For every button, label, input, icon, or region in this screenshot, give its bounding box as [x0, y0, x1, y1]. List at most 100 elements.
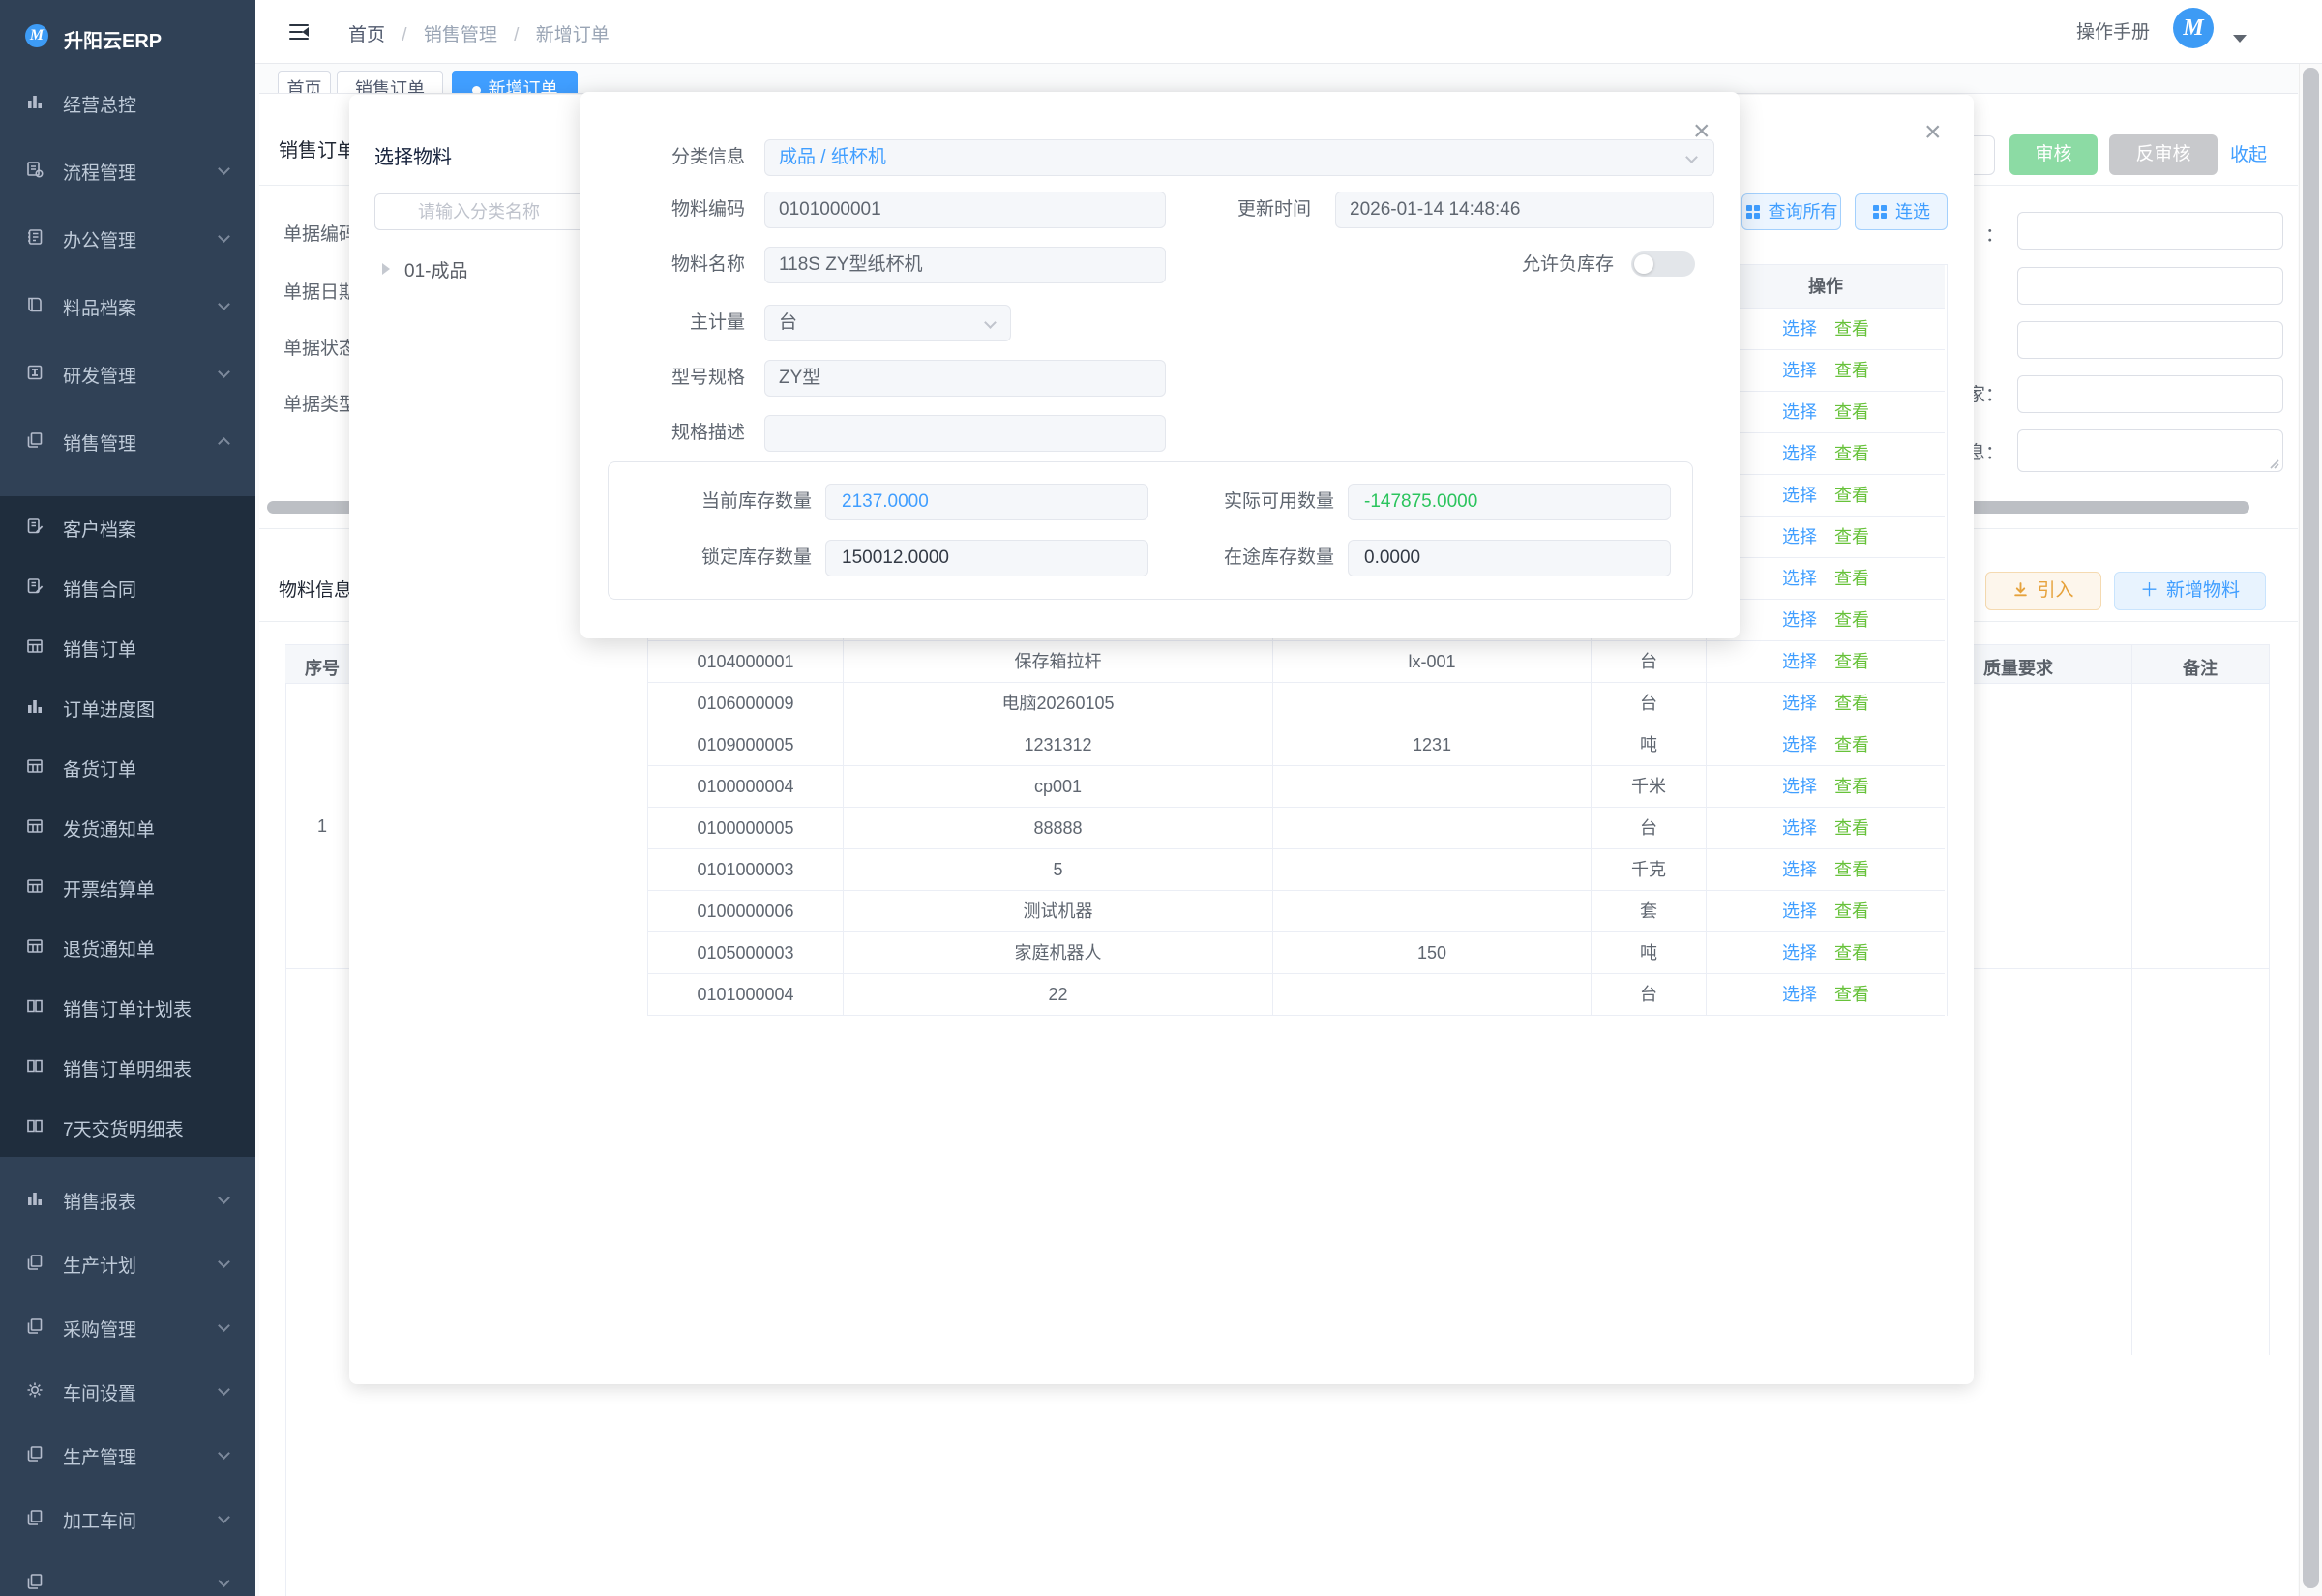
customer-field-1[interactable] — [2017, 212, 2283, 250]
view-link[interactable]: 查看 — [1834, 361, 1869, 380]
sidebar-item-销售订单[interactable]: 销售订单 — [0, 625, 255, 667]
app-logo-icon: M — [25, 24, 48, 47]
select-link[interactable]: 选择 — [1782, 901, 1817, 921]
sidebar-item-7天交货明细表[interactable]: 7天交货明细表 — [0, 1105, 255, 1147]
view-link[interactable]: 查看 — [1834, 943, 1869, 962]
allow-negative-stock-toggle[interactable] — [1631, 251, 1695, 277]
select-link[interactable]: 选择 — [1782, 652, 1817, 671]
customer-field-3[interactable] — [2017, 321, 2283, 359]
sidebar-item-销售订单计划表[interactable]: 销售订单计划表 — [0, 985, 255, 1027]
sidebar-item-生产计划[interactable]: 生产计划 — [0, 1241, 255, 1284]
breadcrumb-sales[interactable]: 销售管理 — [424, 25, 497, 45]
resize-grip-icon[interactable] — [2268, 457, 2279, 468]
model-input[interactable]: ZY型 — [764, 360, 1166, 397]
select-link[interactable]: 选择 — [1782, 361, 1817, 380]
pages-icon — [25, 1572, 45, 1591]
main-unit-select[interactable]: 台 — [764, 305, 1011, 341]
select-link[interactable]: 选择 — [1782, 943, 1817, 962]
customer-field-2[interactable] — [2017, 267, 2283, 305]
current-stock-label: 当前库存数量 — [628, 484, 812, 520]
view-link[interactable]: 查看 — [1834, 735, 1869, 754]
select-link[interactable]: 选择 — [1782, 402, 1817, 422]
select-link[interactable]: 选择 — [1782, 735, 1817, 754]
view-link[interactable]: 查看 — [1834, 818, 1869, 838]
material-unit-cell: 千米 — [1592, 766, 1707, 808]
vertical-scrollbar-thumb[interactable] — [2303, 68, 2319, 1588]
query-all-button[interactable]: 查询所有 — [1742, 193, 1841, 230]
modal-close-icon[interactable]: × — [1924, 118, 1942, 147]
select-link[interactable]: 选择 — [1782, 985, 1817, 1004]
customer-field-4[interactable] — [2017, 375, 2283, 413]
sidebar-item-销售报表[interactable]: 销售报表 — [0, 1177, 255, 1220]
sidebar-item-车间设置[interactable]: 车间设置 — [0, 1369, 255, 1411]
material-code-input[interactable]: 0101000001 — [764, 192, 1166, 228]
sidebar-item-生产管理[interactable]: 生产管理 — [0, 1433, 255, 1475]
view-link[interactable]: 查看 — [1834, 569, 1869, 588]
collapse-link[interactable]: 收起 — [2230, 140, 2267, 166]
view-link[interactable]: 查看 — [1834, 402, 1869, 422]
select-link[interactable]: 选择 — [1782, 569, 1817, 588]
view-link[interactable]: 查看 — [1834, 527, 1869, 547]
material-actions-cell: 选择查看 — [1707, 974, 1945, 1016]
sidebar-item-料品档案[interactable]: 料品档案 — [0, 283, 255, 326]
unaudit-button[interactable]: 反审核 — [2109, 134, 2218, 175]
sidebar-item-订单进度图[interactable]: 订单进度图 — [0, 685, 255, 727]
view-link[interactable]: 查看 — [1834, 610, 1869, 630]
view-link[interactable]: 查看 — [1834, 319, 1869, 339]
sidebar-item-label: 开票结算单 — [63, 875, 155, 901]
multi-select-button[interactable]: 连选 — [1855, 193, 1948, 230]
select-link[interactable]: 选择 — [1782, 818, 1817, 838]
sidebar-item-办公管理[interactable]: 办公管理 — [0, 216, 255, 258]
sidebar-item-客户档案[interactable]: 客户档案 — [0, 505, 255, 547]
select-link[interactable]: 选择 — [1782, 777, 1817, 796]
select-link[interactable]: 选择 — [1782, 610, 1817, 630]
view-link[interactable]: 查看 — [1834, 985, 1869, 1004]
select-link[interactable]: 选择 — [1782, 444, 1817, 463]
sidebar-item-加工车间[interactable]: 加工车间 — [0, 1496, 255, 1539]
updated-time-input[interactable]: 2026-01-14 14:48:46 — [1335, 192, 1714, 228]
sidebar-item-销售订单明细表[interactable]: 销售订单明细表 — [0, 1045, 255, 1087]
sidebar-item-退货通知单[interactable]: 退货通知单 — [0, 925, 255, 967]
table-row: 0100000004cp001千米选择查看 — [648, 766, 1947, 808]
sidebar-item-销售合同[interactable]: 销售合同 — [0, 565, 255, 607]
pages-icon — [25, 430, 45, 450]
sidebar-item-流程管理[interactable]: 流程管理 — [0, 148, 255, 191]
audit-button[interactable]: 审核 — [2009, 134, 2098, 175]
remark-textarea[interactable] — [2017, 429, 2283, 472]
view-link[interactable]: 查看 — [1834, 486, 1869, 505]
view-link[interactable]: 查看 — [1834, 652, 1869, 671]
import-button[interactable]: 引入 — [1985, 572, 2101, 610]
manual-link[interactable]: 操作手册 — [2076, 17, 2150, 44]
avatar-caret-icon[interactable] — [2233, 35, 2247, 43]
add-material-button[interactable]: ＋新增物料 — [2114, 572, 2266, 610]
select-link[interactable]: 选择 — [1782, 694, 1817, 713]
view-link[interactable]: 查看 — [1834, 901, 1869, 921]
material-col-actions: 操作 — [1707, 265, 1945, 309]
sidebar-item-开票结算单[interactable]: 开票结算单 — [0, 865, 255, 907]
material-name-input[interactable]: 118S ZY型纸杯机 — [764, 247, 1166, 283]
menu-collapse-icon[interactable] — [288, 21, 310, 43]
spec-desc-input[interactable] — [764, 415, 1166, 452]
sidebar-item-经营总控[interactable]: 经营总控 — [0, 80, 255, 123]
category-select[interactable]: 成品 / 纸杯机 — [764, 139, 1714, 176]
chevron-down-icon — [218, 1383, 230, 1396]
select-link[interactable]: 选择 — [1782, 319, 1817, 339]
select-link[interactable]: 选择 — [1782, 527, 1817, 547]
sidebar-item-研发管理[interactable]: 研发管理 — [0, 351, 255, 394]
breadcrumb-home[interactable]: 首页 — [348, 25, 385, 45]
tree-caret-icon[interactable] — [382, 263, 390, 275]
view-link[interactable]: 查看 — [1834, 777, 1869, 796]
view-link[interactable]: 查看 — [1834, 860, 1869, 879]
view-link[interactable]: 查看 — [1834, 444, 1869, 463]
sidebar-item-label: 办公管理 — [63, 226, 136, 252]
sidebar-item-发货通知单[interactable]: 发货通知单 — [0, 805, 255, 847]
sidebar-item-备货订单[interactable]: 备货订单 — [0, 745, 255, 787]
select-link[interactable]: 选择 — [1782, 860, 1817, 879]
view-link[interactable]: 查看 — [1834, 694, 1869, 713]
sidebar-item-label: 销售订单计划表 — [63, 995, 192, 1021]
sidebar-item-采购管理[interactable]: 采购管理 — [0, 1305, 255, 1347]
sidebar-item-partial[interactable] — [0, 1560, 255, 1596]
avatar[interactable]: M — [2173, 8, 2214, 48]
select-link[interactable]: 选择 — [1782, 486, 1817, 505]
sidebar-item-销售管理[interactable]: 销售管理 — [0, 419, 255, 461]
